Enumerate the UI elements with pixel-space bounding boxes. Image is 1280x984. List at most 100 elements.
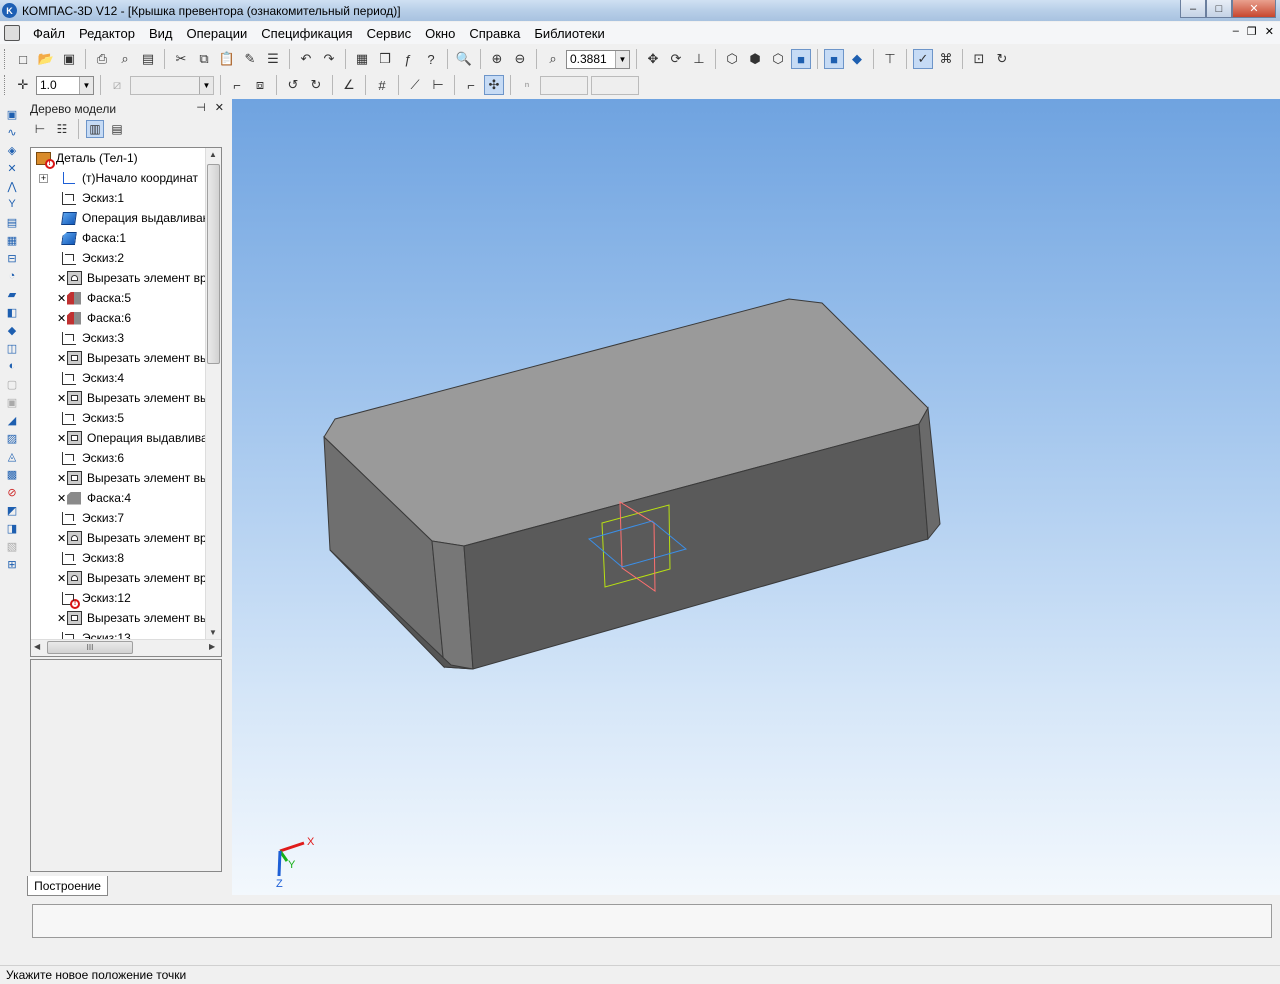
scroll-up-icon[interactable]: ▲ — [209, 150, 217, 159]
tree-item[interactable]: Эскиз:1 — [31, 188, 221, 208]
zoom-out-icon[interactable]: ⊖ — [510, 49, 530, 69]
hidden-lines-icon[interactable]: ⬢ — [745, 49, 765, 69]
surfaces-icon[interactable]: ◈ — [3, 142, 21, 158]
scroll-right-icon[interactable]: ▶ — [209, 642, 215, 651]
shaded-edges-icon[interactable]: ■ — [824, 49, 844, 69]
tree-view-mode-icon[interactable]: ☷ — [53, 120, 71, 138]
wireframe-icon[interactable]: ⬡ — [722, 49, 742, 69]
tree-item[interactable]: Эскиз:7 — [31, 508, 221, 528]
mirror-icon[interactable]: ◬ — [3, 448, 21, 464]
ortho-icon[interactable]: ∠ — [339, 75, 359, 95]
auxiliary-geometry-icon[interactable]: ⋀ — [3, 178, 21, 194]
arrays-icon[interactable]: ✕ — [3, 160, 21, 176]
tree-list-icon[interactable]: ▥ — [86, 120, 104, 138]
specification-icon[interactable]: ⊟ — [3, 250, 21, 266]
tree-item[interactable]: ✕ Фаска:6 — [31, 308, 221, 328]
sheet-body-icon[interactable]: ◧ — [3, 304, 21, 320]
toolbar-grip[interactable] — [4, 49, 7, 69]
tree-item[interactable]: Эскиз:8 — [31, 548, 221, 568]
menu-file[interactable]: Файл — [26, 26, 72, 41]
menu-window[interactable]: Окно — [418, 26, 462, 41]
orientation-icon[interactable]: ⊥ — [689, 49, 709, 69]
scrollbar-thumb[interactable] — [207, 164, 220, 364]
document-menu-icon[interactable] — [4, 25, 20, 41]
menu-service[interactable]: Сервис — [360, 26, 419, 41]
chevron-down-icon[interactable]: ▼ — [615, 50, 629, 68]
maximize-button[interactable]: □ — [1206, 0, 1232, 18]
tree-vertical-scrollbar[interactable]: ▲ ▼ — [205, 148, 221, 639]
doc-close-button[interactable]: ✕ — [1265, 25, 1274, 38]
rotate-icon[interactable]: ⟳ — [666, 49, 686, 69]
new-document-icon[interactable]: □ — [13, 49, 33, 69]
menu-specification[interactable]: Спецификация — [254, 26, 359, 41]
repair-icon[interactable]: ◐ — [3, 358, 21, 374]
menu-editor[interactable]: Редактор — [72, 26, 142, 41]
tree-item[interactable]: Эскиз:2 — [31, 248, 221, 268]
pin-icon[interactable]: ⊣ — [196, 101, 206, 114]
reports-icon[interactable]: ◔ — [3, 268, 21, 284]
cut-icon[interactable]: ✂ — [171, 49, 191, 69]
tree-item[interactable]: ✕ Вырезать элемент выдавливания — [31, 608, 221, 628]
filter-icon[interactable]: ⊤ — [880, 49, 900, 69]
chevron-down-icon[interactable]: ▼ — [79, 76, 93, 94]
tree-item[interactable]: ✕ Вырезать элемент вращения — [31, 268, 221, 288]
paint-icon[interactable]: ◩ — [3, 502, 21, 518]
tree-item[interactable]: ✕ Фаска:4 — [31, 488, 221, 508]
shaded-icon[interactable]: ■ — [791, 49, 811, 69]
redo-icon[interactable]: ↷ — [319, 49, 339, 69]
plane-icon[interactable]: ⧈ — [250, 75, 270, 95]
pattern-icon[interactable]: ▩ — [3, 466, 21, 482]
snap-active-icon[interactable]: ✓ — [913, 49, 933, 69]
save-icon[interactable]: ▣ — [59, 49, 79, 69]
tree-item[interactable]: ✕ Операция выдавливания — [31, 428, 221, 448]
menu-help[interactable]: Справка — [462, 26, 527, 41]
tree-details-icon[interactable]: ▤ — [108, 120, 126, 138]
doc-restore-button[interactable]: ❐ — [1247, 25, 1257, 38]
measure-icon[interactable]: ⊡ — [969, 49, 989, 69]
tree-item[interactable]: ✕ Фаска:5 — [31, 288, 221, 308]
toolbar-grip[interactable] — [4, 75, 7, 95]
tree-item[interactable]: + (т)Начало координат — [31, 168, 221, 188]
constraints-icon[interactable]: Y — [3, 196, 21, 212]
menu-libraries[interactable]: Библиотеки — [527, 26, 611, 41]
snap-ortho-icon[interactable]: ⊢ — [428, 75, 448, 95]
tree-item[interactable]: Эскиз:4 — [31, 368, 221, 388]
tree-item[interactable]: ✕ Вырезать элемент выдавливания — [31, 468, 221, 488]
grid-icon[interactable]: # — [372, 75, 392, 95]
tree-item[interactable]: ! Эскиз:12 — [31, 588, 221, 609]
3d-viewport[interactable]: X Y Z — [232, 99, 1280, 895]
zoom-window-icon[interactable]: 🔍 — [454, 49, 474, 69]
perspective-icon[interactable]: ◆ — [847, 49, 867, 69]
annotations-icon[interactable]: ◫ — [3, 340, 21, 356]
tree-item[interactable]: ✕ Вырезать элемент выдавливания — [31, 388, 221, 408]
round-icon[interactable]: ⌐ — [461, 75, 481, 95]
properties-field[interactable] — [32, 904, 1272, 938]
sections-icon[interactable]: ◨ — [3, 520, 21, 536]
undo-icon[interactable]: ↶ — [296, 49, 316, 69]
paste-icon[interactable]: 📋 — [217, 49, 237, 69]
open-folder-icon[interactable]: 📂 — [36, 49, 56, 69]
menu-view[interactable]: Вид — [142, 26, 180, 41]
measurements-icon[interactable]: ▤ — [3, 214, 21, 230]
menu-operations[interactable]: Операции — [179, 26, 254, 41]
tree-item[interactable]: ✕ Вырезать элемент выдавливания — [31, 348, 221, 368]
tree-item[interactable]: Эскиз:3 — [31, 328, 221, 348]
tree-horizontal-scrollbar[interactable]: ◀ III ▶ — [31, 639, 221, 656]
manager-icon[interactable]: ▦ — [352, 49, 372, 69]
tab-build[interactable]: Построение — [27, 876, 108, 896]
zoom-in-icon[interactable]: ⊕ — [487, 49, 507, 69]
model-view[interactable]: X Y Z — [232, 99, 1280, 895]
list-icon[interactable]: ☰ — [263, 49, 283, 69]
minimize-button[interactable]: – — [1180, 0, 1206, 18]
edit-details-icon[interactable]: ▣ — [3, 106, 21, 122]
library-icon[interactable]: ❒ — [375, 49, 395, 69]
zoom-value-combo[interactable]: 0.3881 ▼ — [566, 49, 630, 69]
tree-item[interactable]: Операция выдавливания:1 — [31, 208, 221, 228]
print-icon[interactable]: ⎙ — [92, 49, 112, 69]
tree-item[interactable]: Эскиз:6 — [31, 448, 221, 468]
extrusion-icon[interactable]: ▨ — [3, 430, 21, 446]
panel-close-icon[interactable]: ✕ — [215, 101, 224, 114]
scroll-left-icon[interactable]: ◀ — [34, 642, 40, 651]
tree-structure-icon[interactable]: ⊢ — [31, 120, 49, 138]
print-preview-icon[interactable]: ⌕ — [115, 49, 135, 69]
